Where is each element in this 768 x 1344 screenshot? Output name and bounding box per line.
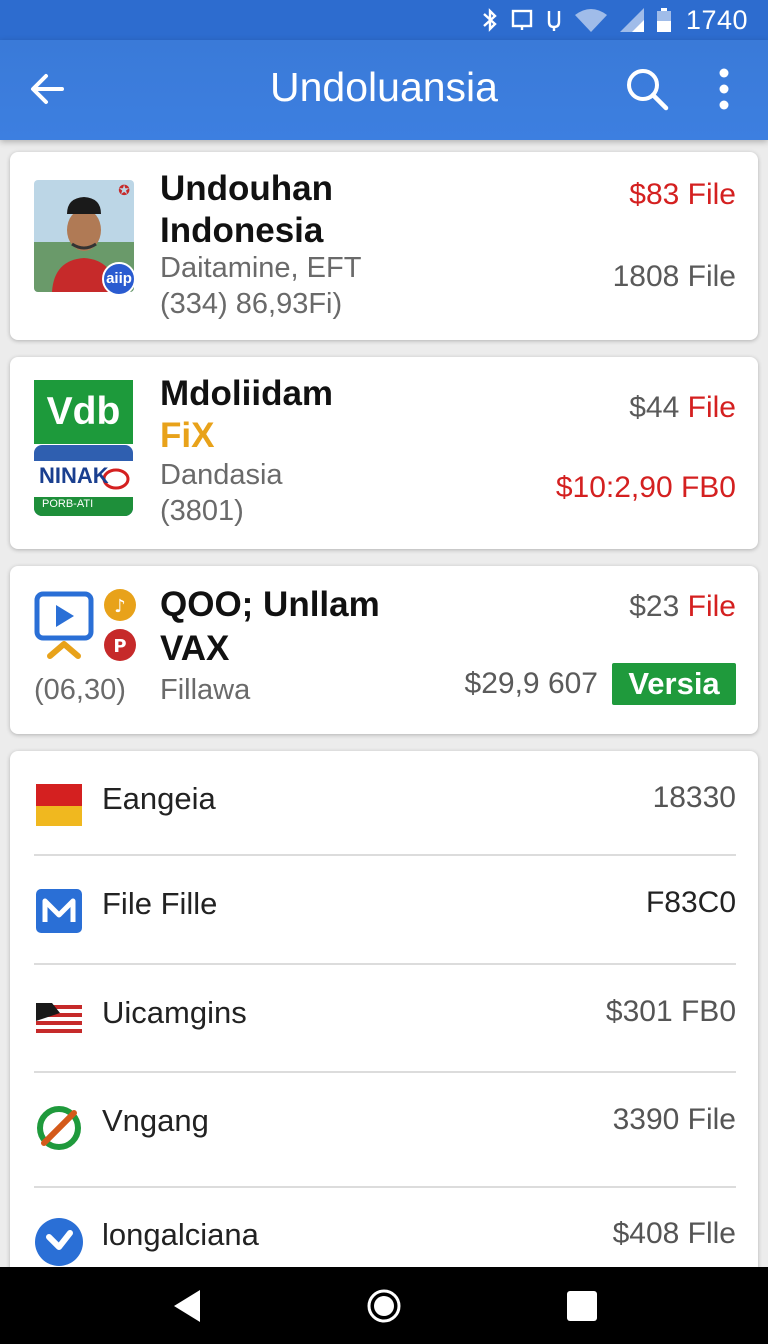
card-price: $23 File — [629, 590, 736, 623]
avatar-badge: aiip — [102, 262, 136, 296]
ninak-logo: NINAK PORB-ATI — [34, 445, 133, 516]
list-item-label: File Fille — [102, 886, 218, 921]
list-item[interactable]: File Fille F83C0 — [10, 856, 758, 964]
seal-icon: ✪ — [118, 182, 130, 198]
pinterest-icon: P — [103, 628, 137, 667]
card-title-line2: FiX — [160, 416, 215, 455]
file-list: Eangeia 18330 File Fille F83C0 Uicamgins… — [10, 751, 758, 1291]
card-subtitle: Daitamine, EFT — [160, 252, 362, 284]
search-icon[interactable] — [622, 64, 672, 114]
music-note-icon: ♪ — [103, 588, 137, 627]
card-title-line2: Indonesia — [160, 211, 324, 250]
card-size: $10:2,90 FB0 — [555, 471, 736, 504]
list-item[interactable]: Uicamgins $301 FB0 — [10, 965, 758, 1073]
more-vert-icon[interactable] — [702, 64, 746, 114]
usb-icon — [544, 7, 564, 33]
bluetooth-icon — [480, 7, 500, 33]
file-card-2[interactable]: Vdb NINAK PORB-ATI Mdoliidam FiX Dandasi… — [10, 357, 758, 549]
signal-icon — [618, 7, 646, 33]
card-subtitle: Dandasia — [160, 459, 283, 491]
card-size: 1808 File — [612, 260, 736, 293]
list-item-value: 3390 File — [612, 1103, 736, 1136]
list-item[interactable]: Vngang 3390 File — [10, 1073, 758, 1181]
list-item[interactable]: Eangeia 18330 — [10, 751, 758, 859]
card-id: (06,30) — [34, 674, 126, 706]
card-size: $29,9 607 — [464, 667, 598, 700]
card-subtitle-2: (3801) — [160, 495, 244, 527]
card-title-line1: Mdoliidam — [160, 374, 334, 413]
list-item-value: $301 FB0 — [605, 995, 736, 1028]
card-price: $44 File — [629, 391, 736, 424]
wifi-icon — [574, 7, 608, 33]
screen-icon — [510, 7, 534, 33]
card-subtitle: Fillawa — [160, 674, 251, 706]
svg-text:P: P — [113, 636, 126, 657]
nav-back-icon[interactable] — [168, 1286, 208, 1326]
card-title-line2: VAX — [160, 629, 230, 668]
list-item-value: $408 Flle — [612, 1217, 736, 1250]
status-time: 1740 — [685, 4, 748, 35]
list-item-label: Eangeia — [102, 781, 216, 816]
card-title-line1: QOO; Unllam — [160, 585, 380, 624]
nav-home-icon[interactable] — [364, 1286, 404, 1326]
mail-icon — [34, 886, 84, 936]
vdb-logo: Vdb — [34, 380, 133, 444]
app-bar: Undoluansia — [0, 40, 768, 140]
list-item-label: Vngang — [102, 1103, 209, 1138]
list-item-value: 18330 — [652, 781, 736, 814]
video-play-icon — [34, 590, 94, 675]
version-badge[interactable]: Versia — [612, 663, 736, 705]
list-item-value: F83C0 — [645, 886, 736, 919]
card-subtitle-2: (334) 86,93Fi) — [160, 288, 343, 320]
list-item-label: longalciana — [102, 1217, 259, 1252]
flag-icon — [34, 781, 84, 831]
striped-flag-icon — [34, 995, 84, 1045]
file-card-3[interactable]: ♪ P QOO; Unllam VAX (06,30) Fillawa $23 … — [10, 566, 758, 734]
battery-icon — [656, 7, 672, 33]
system-nav-bar — [0, 1267, 768, 1344]
svg-text:♪: ♪ — [114, 596, 126, 617]
blocked-icon — [34, 1103, 84, 1153]
status-bar: 1740 — [0, 0, 768, 40]
card-title-line1: Undouhan — [160, 169, 334, 208]
arrow-circle-icon — [34, 1217, 84, 1267]
file-card-1[interactable]: ✪ aiip Undouhan Indonesia Daitamine, EFT… — [10, 152, 758, 340]
nav-recents-icon[interactable] — [562, 1286, 602, 1326]
card-price: $83 File — [629, 178, 736, 211]
list-item-label: Uicamgins — [102, 995, 247, 1030]
